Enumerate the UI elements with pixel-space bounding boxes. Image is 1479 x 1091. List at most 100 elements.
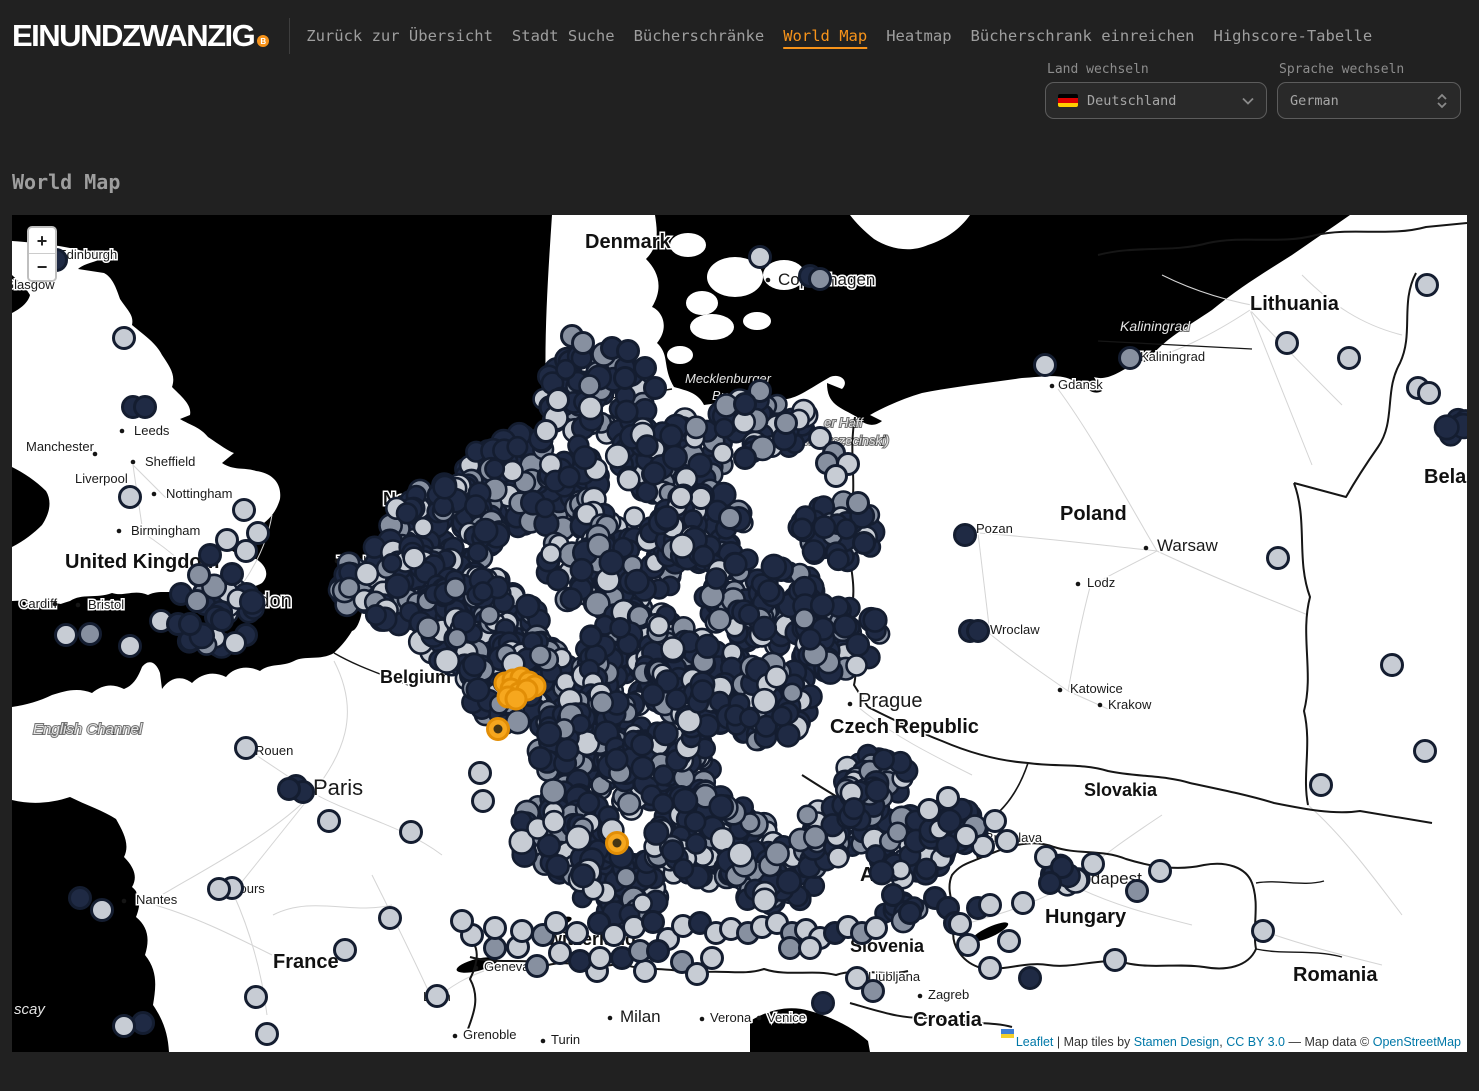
map-marker[interactable]: [70, 888, 91, 909]
map-marker[interactable]: [813, 993, 834, 1014]
map-marker[interactable]: [648, 941, 669, 962]
map-marker[interactable]: [427, 986, 448, 1007]
map-marker[interactable]: [550, 943, 571, 964]
cc-link[interactable]: CC BY 3.0: [1226, 1035, 1285, 1049]
map-marker[interactable]: [570, 951, 591, 972]
map-marker[interactable]: [956, 826, 977, 847]
nav-item-heatmap[interactable]: Heatmap: [886, 27, 951, 45]
map-marker[interactable]: [950, 914, 971, 935]
map-marker[interactable]: [1311, 775, 1332, 796]
nav-item-stadt-suche[interactable]: Stadt Suche: [512, 27, 615, 45]
map-marker[interactable]: [980, 958, 1001, 979]
map-marker[interactable]: [548, 390, 569, 411]
map-marker[interactable]: [257, 1024, 278, 1045]
map-marker[interactable]: [470, 763, 491, 784]
map-marker[interactable]: [1419, 383, 1440, 404]
map-marker[interactable]: [691, 488, 712, 509]
map-marker[interactable]: [180, 614, 201, 635]
zoom-in-button[interactable]: +: [29, 228, 55, 254]
map-marker[interactable]: [848, 493, 869, 514]
map-marker[interactable]: [1253, 921, 1274, 942]
map-marker[interactable]: [1040, 873, 1061, 894]
stamen-link[interactable]: Stamen Design: [1134, 1035, 1219, 1049]
map-marker[interactable]: [997, 831, 1018, 852]
map-marker[interactable]: [866, 918, 887, 939]
map-marker[interactable]: [900, 903, 921, 924]
map-marker[interactable]: [133, 1013, 154, 1034]
map-marker[interactable]: [246, 987, 267, 1008]
map-marker[interactable]: [485, 938, 506, 959]
map-marker[interactable]: [527, 956, 548, 977]
map-marker[interactable]: [590, 948, 611, 969]
map-marker[interactable]: [671, 487, 692, 508]
map-marker[interactable]: [1339, 348, 1360, 369]
map-marker[interactable]: [615, 368, 636, 389]
zoom-out-button[interactable]: −: [29, 254, 55, 280]
map-marker[interactable]: [826, 466, 847, 487]
map-marker[interactable]: [1020, 968, 1041, 989]
map-marker[interactable]: [643, 912, 664, 933]
map-marker[interactable]: [645, 378, 666, 399]
map-marker[interactable]: [135, 397, 156, 418]
map-marker[interactable]: [80, 624, 101, 645]
map-marker[interactable]: [279, 779, 300, 800]
map-marker[interactable]: [473, 791, 494, 812]
map-marker[interactable]: [567, 923, 588, 944]
map-marker[interactable]: [1417, 275, 1438, 296]
map-marker[interactable]: [1150, 861, 1171, 882]
map-marker[interactable]: [1120, 348, 1141, 369]
map-marker[interactable]: [573, 333, 594, 354]
map-marker[interactable]: [999, 931, 1020, 952]
map-marker[interactable]: [319, 811, 340, 832]
map-marker[interactable]: [189, 565, 210, 586]
map-marker[interactable]: [750, 247, 771, 268]
nav-item-zurueck[interactable]: Zurück zur Übersicht: [306, 27, 493, 45]
map-marker[interactable]: [1013, 893, 1034, 914]
map-marker[interactable]: [485, 918, 506, 939]
map-marker[interactable]: [187, 591, 208, 612]
map-marker[interactable]: [883, 885, 904, 906]
language-select[interactable]: German: [1277, 82, 1461, 119]
map-marker[interactable]: [1415, 741, 1436, 762]
map-marker[interactable]: [854, 533, 875, 554]
map-marker[interactable]: [702, 948, 723, 969]
map-marker[interactable]: [780, 938, 801, 959]
map-marker[interactable]: [800, 938, 821, 959]
map-marker[interactable]: [236, 738, 257, 759]
map-marker[interactable]: [618, 341, 639, 362]
map-marker[interactable]: [1035, 355, 1056, 376]
map-marker[interactable]: [776, 413, 797, 434]
map-marker[interactable]: [1268, 548, 1289, 569]
map-marker[interactable]: [200, 545, 221, 566]
map-marker[interactable]: [236, 541, 257, 562]
nav-item-world-map[interactable]: World Map: [783, 27, 867, 45]
map-marker[interactable]: [810, 269, 831, 290]
map-marker[interactable]: [114, 328, 135, 349]
map-marker[interactable]: [955, 525, 976, 546]
map-marker[interactable]: [536, 421, 557, 442]
highlight-marker[interactable]: [506, 689, 526, 709]
map-marker[interactable]: [225, 633, 246, 654]
map-marker[interactable]: [120, 487, 141, 508]
map-marker[interactable]: [212, 610, 233, 631]
map-marker[interactable]: [1277, 333, 1298, 354]
map-marker[interactable]: [1382, 655, 1403, 676]
map-marker[interactable]: [735, 448, 756, 469]
map-marker[interactable]: [234, 500, 255, 521]
map-canvas[interactable]: English ChannelKaliningrader Haff(New Sz…: [12, 215, 1467, 1052]
map-marker[interactable]: [114, 1016, 135, 1037]
map-marker[interactable]: [863, 981, 884, 1002]
map-marker[interactable]: [92, 900, 113, 921]
map-marker[interactable]: [335, 940, 356, 961]
map-marker[interactable]: [209, 879, 230, 900]
map-marker[interactable]: [604, 925, 625, 946]
map-marker[interactable]: [735, 394, 756, 415]
nav-item-einreichen[interactable]: Bücherschrank einreichen: [971, 27, 1195, 45]
map-marker[interactable]: [380, 908, 401, 929]
map-marker[interactable]: [958, 935, 979, 956]
country-select[interactable]: Deutschland: [1045, 82, 1267, 119]
map-marker[interactable]: [222, 564, 243, 585]
leaflet-link[interactable]: Leaflet: [1016, 1035, 1054, 1049]
app-logo[interactable]: EINUNDZWANZIG B: [12, 18, 269, 54]
map-marker[interactable]: [980, 895, 1001, 916]
